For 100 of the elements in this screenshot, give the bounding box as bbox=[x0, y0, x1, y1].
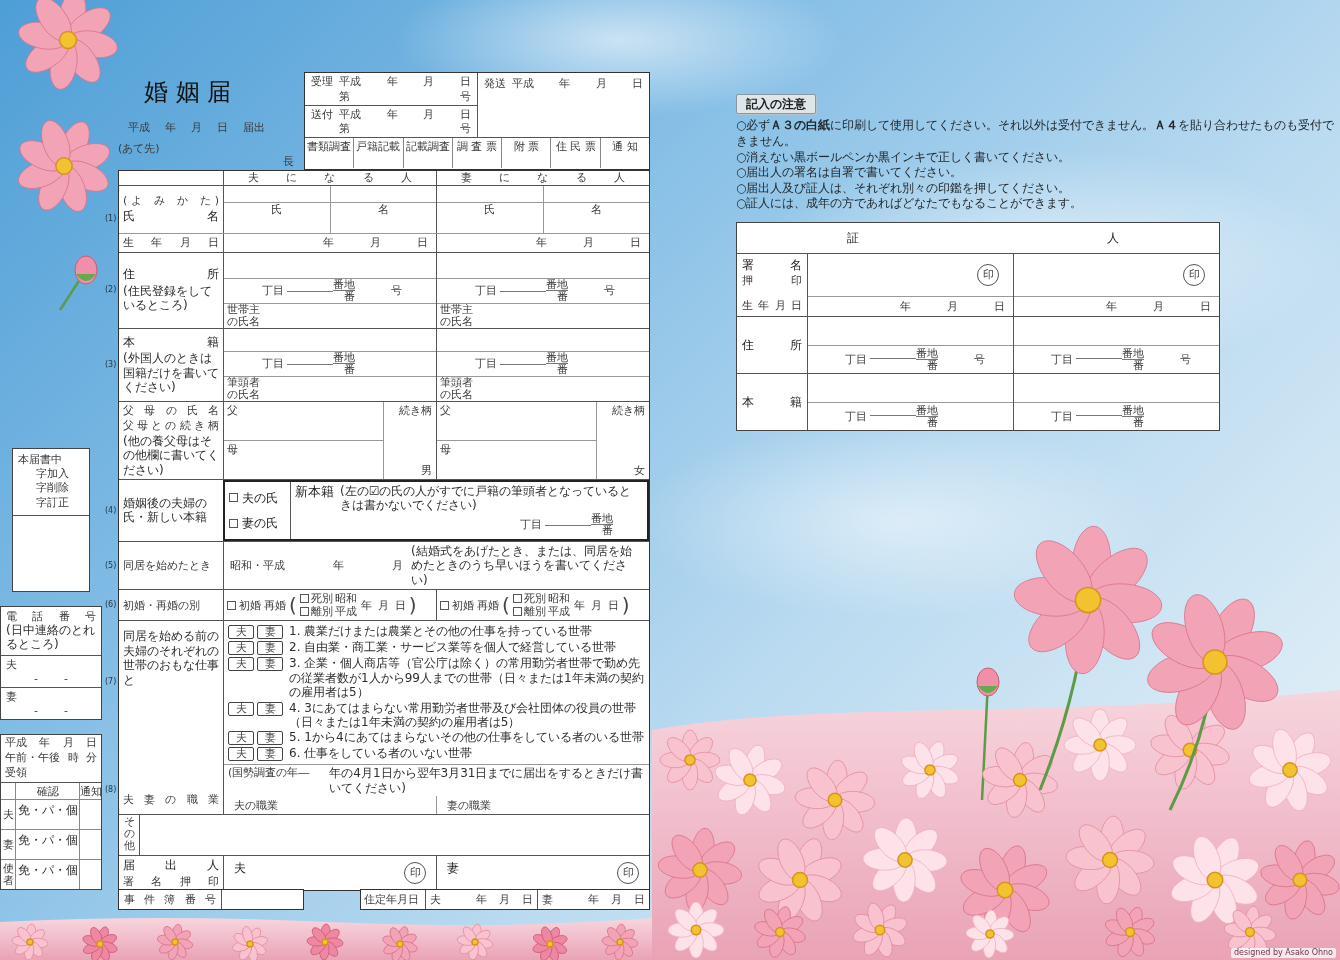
husband-checkbox[interactable]: 夫 bbox=[228, 731, 254, 746]
family-head-field[interactable]: 筆頭者の氏名 bbox=[224, 375, 436, 401]
cohabitation-date-field[interactable]: 昭和・平成 年 月 (結婚式をあげたとき、または、同居を始めたときのうち早いほうを書いてください) bbox=[224, 541, 649, 590]
husband-checkbox[interactable]: 夫 bbox=[228, 641, 254, 656]
stamp-field[interactable]: 住 民 票 bbox=[550, 138, 600, 168]
id-check-field[interactable]: 免・パ・個 bbox=[15, 859, 79, 890]
domicile-number-field[interactable]: 丁目 番地 番 bbox=[437, 350, 649, 376]
relationship-field[interactable]: 続き柄 男 bbox=[383, 401, 436, 480]
notice-field[interactable] bbox=[79, 859, 101, 890]
householder-label: 世帯主の氏名 bbox=[227, 304, 261, 328]
signature-field[interactable]: 印 bbox=[808, 253, 1013, 296]
day-label: 日 bbox=[217, 120, 228, 134]
stamp-field[interactable]: 附 票 bbox=[501, 138, 551, 168]
stamp-field[interactable]: 記載調査 bbox=[402, 138, 452, 168]
notes-heading: 記入の注意 bbox=[736, 94, 816, 115]
addressee-label: (あて先) bbox=[118, 142, 160, 156]
domicile-number-field[interactable]: 丁目 番地 番 bbox=[1014, 401, 1219, 430]
month-label: 月 bbox=[611, 893, 622, 907]
address-number-field[interactable]: 丁目 番地 番 号 bbox=[808, 344, 1013, 373]
father-name-field[interactable]: 父 bbox=[437, 401, 596, 440]
occupation-option: 4. 3にあてはまらない常用勤労者世帯及び会社団体の役員の世帯（日々または1年未満の契約の雇用者は5） bbox=[289, 700, 645, 730]
notice-field[interactable] bbox=[79, 799, 101, 830]
checkbox[interactable] bbox=[299, 594, 309, 604]
occupation-label: 夫 妻 の 職 業 bbox=[123, 792, 219, 807]
correction-heading: 本届書中 bbox=[18, 453, 63, 467]
surname-label: 氏 bbox=[271, 202, 283, 216]
given-name-field[interactable]: 名 bbox=[542, 202, 649, 233]
stamp-field[interactable]: 書類調査 bbox=[305, 138, 354, 168]
sex-label: 女 bbox=[634, 463, 645, 478]
birth-date-field[interactable]: 年 月 日 bbox=[808, 295, 1013, 316]
ban-label: 番 bbox=[557, 364, 569, 376]
notice-field[interactable] bbox=[79, 829, 101, 860]
surname-field[interactable]: 氏 bbox=[224, 202, 330, 233]
checkbox[interactable] bbox=[299, 607, 309, 617]
chome-label: 丁目 bbox=[475, 356, 498, 371]
stamp-field[interactable]: 調 査 票 bbox=[451, 138, 502, 168]
phone-field[interactable]: 夫 - - bbox=[1, 654, 101, 687]
father-name-field[interactable]: 父 bbox=[224, 401, 383, 440]
husband-checkbox[interactable]: 夫 bbox=[228, 625, 254, 640]
document-types: 免・パ・個 bbox=[17, 863, 78, 878]
birth-date-field[interactable]: 年 月 日 bbox=[437, 233, 649, 252]
given-name-field[interactable]: 名 bbox=[329, 202, 436, 233]
address-number-field[interactable]: 丁目 番地 番 号 bbox=[437, 277, 649, 303]
wife-checkbox[interactable]: 妻 bbox=[257, 657, 283, 672]
address-number-field[interactable]: 丁目 番地 番 号 bbox=[1014, 344, 1219, 373]
birth-date-field[interactable]: 年 月 日 bbox=[1014, 295, 1219, 316]
relationship-field[interactable]: 続き柄 女 bbox=[596, 401, 649, 480]
domicile-number-field[interactable]: 丁目 番地 番 bbox=[808, 401, 1013, 430]
birth-date-field[interactable]: 年 月 日 bbox=[224, 233, 436, 252]
householder-field[interactable]: 世帯主の氏名 bbox=[224, 302, 436, 328]
checkbox[interactable] bbox=[440, 600, 449, 610]
month-label: 月 bbox=[62, 735, 74, 749]
wife-checkbox[interactable]: 妻 bbox=[257, 641, 283, 656]
stamp-field[interactable]: 通 知 bbox=[599, 138, 649, 168]
dispatch-field[interactable]: 発送 平成 年 月 日 bbox=[478, 73, 649, 137]
wife-checkbox[interactable]: 妻 bbox=[257, 731, 283, 746]
husband-checkbox[interactable]: 夫 bbox=[228, 747, 254, 762]
surname-field[interactable]: 氏 bbox=[437, 202, 543, 233]
id-check-field[interactable]: 免・パ・個 bbox=[15, 829, 79, 860]
go-label: 号 bbox=[604, 283, 616, 298]
husband-checkbox[interactable]: 夫 bbox=[228, 657, 254, 672]
month-label: 月 bbox=[370, 235, 381, 250]
checkbox[interactable] bbox=[227, 600, 236, 610]
stamp-field[interactable]: 戸籍記載 bbox=[353, 138, 403, 168]
year-label: 年 bbox=[588, 893, 599, 907]
signature-field[interactable]: 印 bbox=[1014, 253, 1219, 296]
residence-date-field[interactable]: 夫 年 月 日 bbox=[425, 890, 537, 910]
section-number: (2) bbox=[105, 285, 117, 295]
signature-field[interactable]: 妻 印 bbox=[437, 856, 649, 890]
address-number-field[interactable]: 丁目 番地 番 号 bbox=[224, 277, 436, 303]
husband-checkbox[interactable]: 夫 bbox=[228, 701, 254, 716]
receipt-field[interactable]: 受理 平成 年 月 日 第 号 bbox=[305, 73, 477, 105]
signature-field[interactable]: 夫 印 bbox=[224, 856, 436, 890]
ban-label: 番 bbox=[1132, 416, 1144, 429]
month-label: 月 bbox=[377, 598, 389, 612]
id-check-field[interactable]: 免・パ・個 bbox=[15, 799, 79, 830]
checkbox[interactable] bbox=[512, 607, 522, 617]
wife-checkbox[interactable]: 妻 bbox=[257, 747, 283, 762]
note-text: ○必ずＡ３の白紙に印刷して使用してください。それ以外は受付できません。Ａ４を貼り合わせたものも受付できません。 bbox=[736, 118, 1336, 150]
wife-checkbox[interactable]: 妻 bbox=[257, 701, 283, 716]
number-suffix: 号 bbox=[460, 122, 471, 136]
note-text: ○届出人及び証人は、それぞれ別々の印鑑を押してください。 bbox=[736, 180, 1072, 197]
forwarding-field[interactable]: 送付 平成 年 月 日 第 号 bbox=[305, 105, 477, 137]
domicile-number-field[interactable]: 丁目 番地 番 bbox=[224, 350, 436, 376]
banchi-label: 番地 bbox=[915, 347, 938, 360]
given-name-label: 名 bbox=[377, 202, 389, 216]
householder-field[interactable]: 世帯主の氏名 bbox=[437, 302, 649, 328]
occupation-field[interactable]: 夫の職業 bbox=[224, 796, 436, 815]
wife-checkbox[interactable]: 妻 bbox=[257, 625, 283, 640]
family-head-field[interactable]: 筆頭者の氏名 bbox=[437, 375, 649, 401]
residence-date-field[interactable]: 妻 年 月 日 bbox=[537, 890, 649, 910]
checkbox[interactable] bbox=[512, 594, 522, 604]
phone-field[interactable]: 妻 - - bbox=[1, 686, 101, 719]
mother-name-field[interactable]: 母 bbox=[224, 439, 383, 480]
domicile-note: (外国人のときは国籍だけを書いてください) bbox=[123, 351, 219, 395]
note-text: ○証人には、成年の方であればどなたでもなることができます。 bbox=[736, 196, 1084, 212]
signer-label: 夫 bbox=[234, 861, 246, 876]
occupation-field[interactable]: 妻の職業 bbox=[436, 796, 649, 815]
mother-name-field[interactable]: 母 bbox=[437, 439, 596, 480]
occupation-option: 3. 企業・個人商店等（官公庁は除く）の常用勤労者世帯で勤め先の従業者数が1人から99人までの世帯（日々または1年未満の契約の雇用者は5） bbox=[289, 656, 645, 700]
